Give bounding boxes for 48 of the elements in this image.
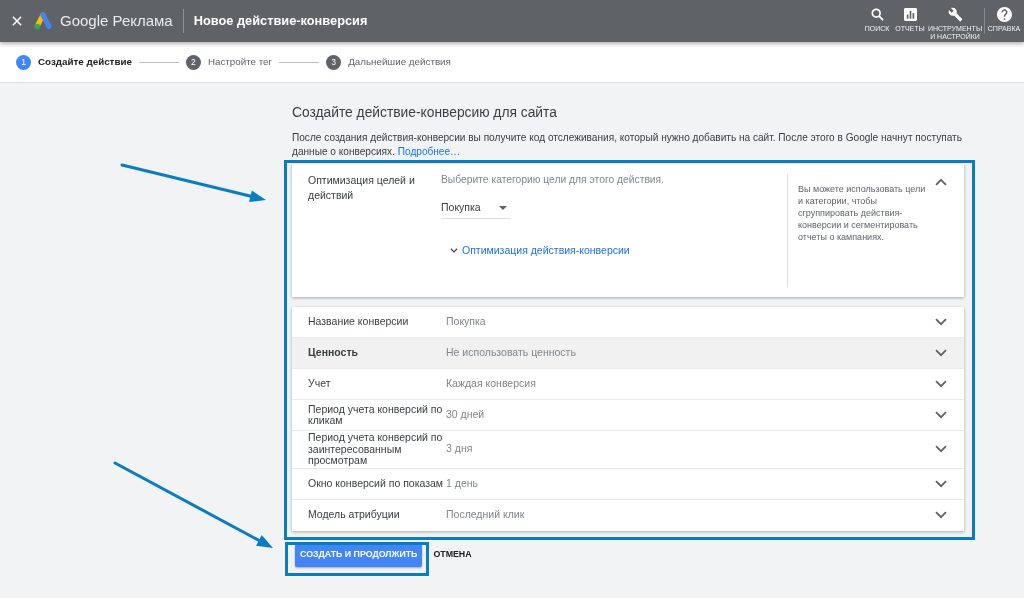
setting-row[interactable]: Модель атрибуции Последний клик	[292, 499, 964, 531]
setting-row[interactable]: Учет Каждая конверсия	[292, 369, 964, 400]
step-label: Дальнейшие действия	[348, 54, 451, 69]
setting-value: Покупка	[446, 314, 487, 330]
setting-label: Ценность	[308, 347, 360, 359]
brand-name: Google Реклама	[60, 10, 173, 31]
step-number: 3	[326, 54, 342, 70]
setting-row[interactable]: Окно конверсий по показам 1 день	[292, 468, 964, 500]
chevron-down-icon	[450, 248, 458, 254]
bar-chart-icon	[903, 8, 917, 21]
setting-value: Не использовать ценность	[446, 345, 577, 361]
step-number: 2	[185, 54, 201, 70]
setting-label: Модель атрибуции	[308, 509, 401, 521]
setting-label: Название конверсии	[308, 316, 410, 328]
prompt-text: Выберите категорию цели для этого действия.	[441, 173, 665, 187]
setting-label: Окно конверсий по показам	[308, 477, 445, 490]
step-label: Создайте действие	[38, 54, 132, 69]
page-title: Новое действие-конверсия	[193, 12, 368, 31]
setting-row[interactable]: Ценность Не использовать ценность	[292, 338, 964, 369]
search-icon	[870, 8, 884, 21]
cancel-button[interactable]: ОТМЕНА	[431, 543, 474, 567]
setting-value: Последний клик	[446, 507, 526, 523]
caret-icon	[499, 206, 507, 210]
step-label: Настройте тег	[207, 54, 273, 69]
setting-value: 3 дня	[446, 441, 474, 457]
help-icon	[996, 7, 1012, 22]
goal-label: Оптимизация целей и действий	[307, 173, 416, 203]
setting-label: Период учета конверсий по кликам	[308, 403, 444, 427]
setting-value: 30 дней	[446, 407, 486, 423]
setting-value: Каждая конверсия	[446, 376, 537, 392]
setting-label: Период учета конверсий по заинтересованным просмотрам	[308, 432, 444, 467]
logo-icon	[33, 12, 53, 30]
description-text: После создания действия-конверсии вы получите код отслеживания, который нужно добавить на сайт. После этого в Google начнут поступать данные о конверсиях. Подробнее…	[292, 131, 963, 159]
section-title: Создайте действие-конверсию для сайта	[292, 104, 558, 122]
optimization-link[interactable]: Оптимизация действия-конверсии	[450, 243, 630, 259]
create-continue-button[interactable]: СОЗДАТЬ И ПРОДОЛЖИТЬ	[295, 543, 423, 567]
setting-label: Учет	[308, 378, 332, 390]
wrench-icon	[947, 7, 963, 22]
setting-row[interactable]: Период учета конверсий по кликам 30 дней	[292, 400, 964, 431]
category-dropdown[interactable]: Покупка	[441, 198, 511, 219]
setting-row[interactable]: Название конверсии Покупка	[292, 307, 964, 338]
setting-row[interactable]: Период учета конверсий по заинтересованным просмотрам 3 дня	[292, 431, 964, 469]
setting-value: 1 день	[446, 475, 479, 491]
help-text: Вы можете использовать цели и категории, чтобы сгруппировать действия-конверсии и сегментировать отчеты о кампаниях.	[797, 183, 927, 244]
learn-more-link[interactable]: Подробнее…	[397, 146, 461, 157]
close-button[interactable]	[11, 15, 23, 27]
close-icon	[12, 16, 22, 26]
step-number: 1	[16, 54, 31, 70]
